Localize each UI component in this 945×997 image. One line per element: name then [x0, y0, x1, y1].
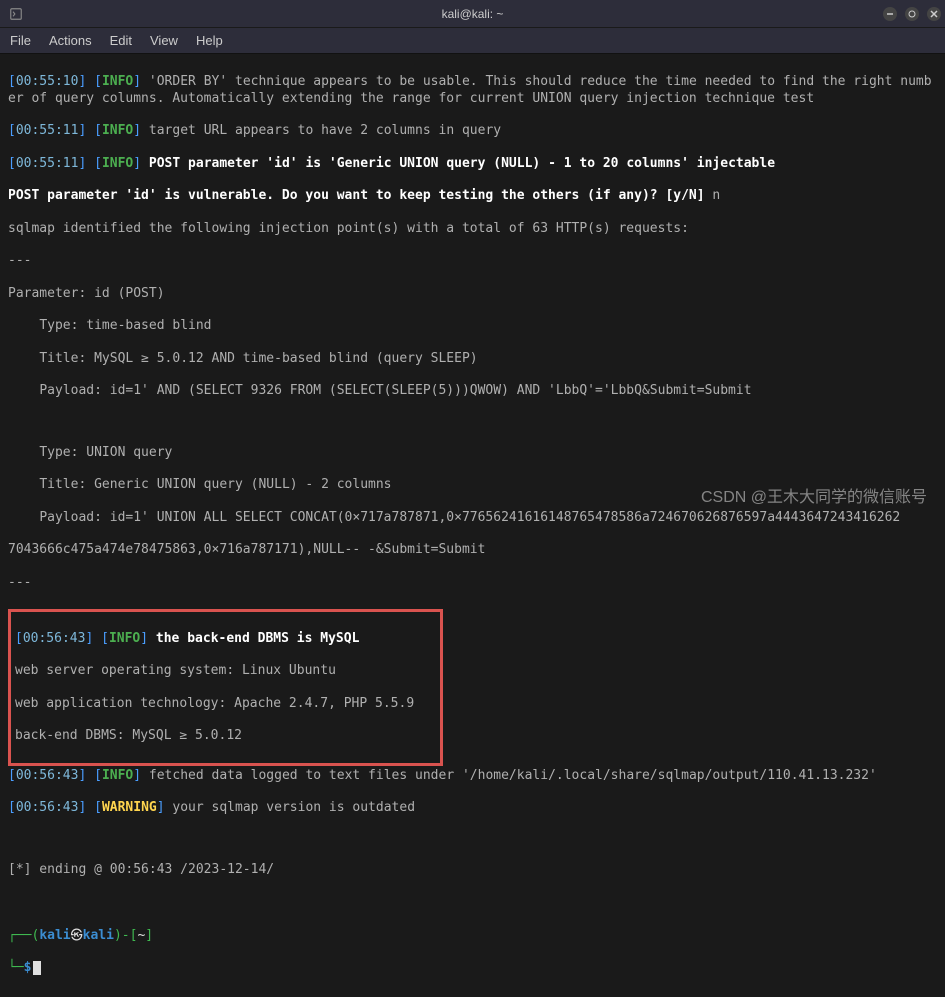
log-line: ---	[8, 575, 937, 591]
watermark: CSDN @王木大同学的微信账号	[701, 483, 927, 507]
log-line: Payload: id=1' UNION ALL SELECT CONCAT(0…	[8, 510, 937, 526]
terminal-output[interactable]: [00:55:10] [INFO] 'ORDER BY' technique a…	[0, 54, 945, 997]
app-icon	[8, 6, 24, 22]
window-title: kali@kali: ~	[442, 7, 504, 21]
log-line: 7043666c475a474e78475863,0×716a787171),N…	[8, 542, 937, 558]
highlighted-box: [00:56:43] [INFO] the back-end DBMS is M…	[8, 609, 443, 765]
log-line: [00:56:43] [INFO] the back-end DBMS is M…	[15, 631, 436, 647]
log-line: [00:55:11] [INFO] POST parameter 'id' is…	[8, 156, 937, 172]
log-line: web server operating system: Linux Ubunt…	[15, 663, 436, 679]
menu-help[interactable]: Help	[196, 33, 223, 48]
prompt-input-line[interactable]: └─$	[8, 960, 937, 976]
log-line: POST parameter 'id' is vulnerable. Do yo…	[8, 188, 937, 204]
log-line: Payload: id=1' AND (SELECT 9326 FROM (SE…	[8, 383, 937, 399]
maximize-button[interactable]	[905, 7, 919, 21]
menu-edit[interactable]: Edit	[110, 33, 132, 48]
titlebar: kali@kali: ~	[0, 0, 945, 28]
menubar: File Actions Edit View Help	[0, 28, 945, 54]
log-line: web application technology: Apache 2.4.7…	[15, 696, 436, 712]
log-line: [00:56:43] [WARNING] your sqlmap version…	[8, 800, 937, 816]
log-line: [00:56:43] [INFO] fetched data logged to…	[8, 768, 937, 784]
prompt-line: ┌──(kali㉿kali)-[~]	[8, 928, 937, 944]
log-line: sqlmap identified the following injectio…	[8, 221, 937, 237]
minimize-button[interactable]	[883, 7, 897, 21]
log-line: Type: UNION query	[8, 445, 937, 461]
window-controls	[883, 7, 941, 21]
log-line: back-end DBMS: MySQL ≥ 5.0.12	[15, 728, 436, 744]
close-button[interactable]	[927, 7, 941, 21]
log-line: Type: time-based blind	[8, 318, 937, 334]
log-line: ---	[8, 253, 937, 269]
log-line: Parameter: id (POST)	[8, 286, 937, 302]
log-line: [00:55:11] [INFO] target URL appears to …	[8, 123, 937, 139]
log-line: [00:55:10] [INFO] 'ORDER BY' technique a…	[8, 74, 937, 107]
cursor-icon	[33, 961, 41, 975]
menu-actions[interactable]: Actions	[49, 33, 92, 48]
menu-file[interactable]: File	[10, 33, 31, 48]
log-line: [*] ending @ 00:56:43 /2023-12-14/	[8, 862, 937, 878]
log-line: Title: MySQL ≥ 5.0.12 AND time-based bli…	[8, 351, 937, 367]
menu-view[interactable]: View	[150, 33, 178, 48]
